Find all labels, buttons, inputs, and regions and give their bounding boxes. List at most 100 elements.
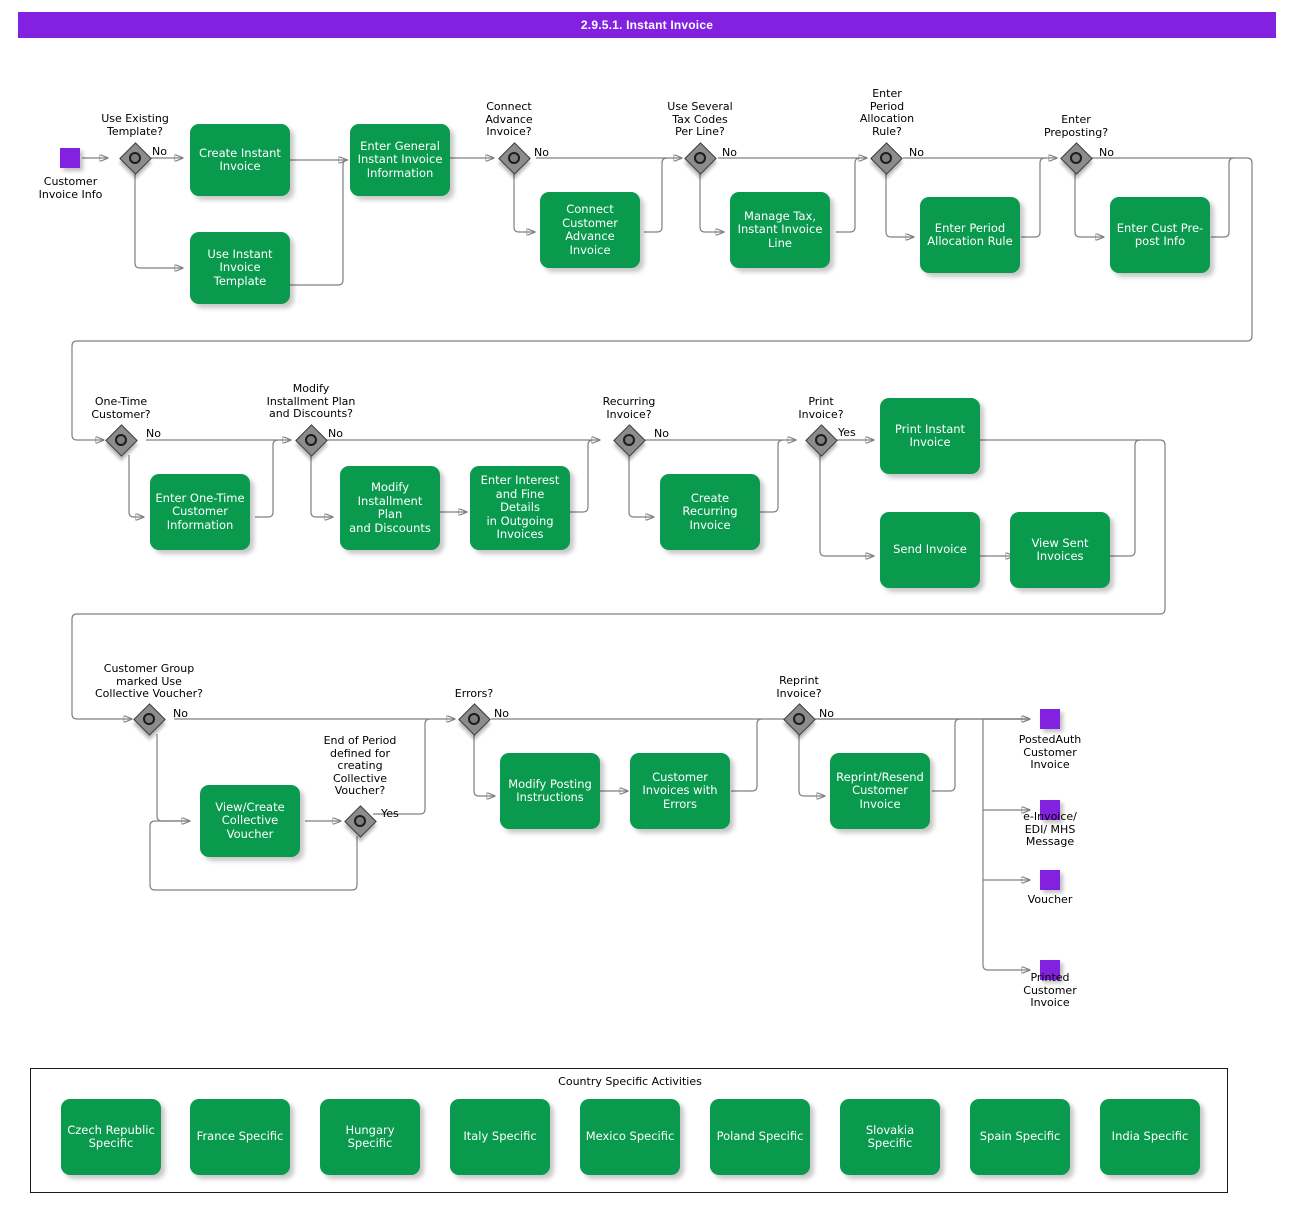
start-event-label: Customer Invoice Info [38,175,103,201]
task-spain-specific[interactable]: Spain Specific [970,1099,1070,1175]
gateway-enter-preposting[interactable] [1060,142,1093,175]
gateway-ring-icon [143,713,155,725]
branch-label-use-existing-template: No [152,145,167,158]
gateway-ring-icon [815,434,827,446]
task-label: Spain Specific [979,1129,1061,1144]
gateway-use-existing-template[interactable] [119,142,152,175]
gateway-label-enter-preposting: Enter Preposting? [1043,113,1109,139]
task-enter-one-time-customer-info[interactable]: Enter One-Time Customer Information [150,474,250,550]
task-hungary-specific[interactable]: Hungary Specific [320,1099,420,1175]
task-view-create-collective-voucher[interactable]: View/Create Collective Voucher [200,785,300,857]
task-view-sent-invoices[interactable]: View Sent Invoices [1010,512,1110,588]
task-modify-posting-instructions[interactable]: Modify Posting Instructions [500,753,600,829]
task-modify-installment-discounts[interactable]: Modify Installment Plan and Discounts [340,466,440,550]
end-event-posted-auth-square[interactable] [1040,709,1060,729]
task-label: Modify Installment Plan and Discounts [349,480,431,535]
task-customer-invoices-with-errors[interactable]: Customer Invoices with Errors [630,753,730,829]
gateway-label-use-several-tax-codes: Use Several Tax Codes Per Line? [667,100,733,138]
end-event-voucher-square[interactable] [1040,870,1060,890]
task-poland-specific[interactable]: Poland Specific [710,1099,810,1175]
branch-label-customer-group-collective: No [173,707,188,720]
task-enter-cust-prepost-info[interactable]: Enter Cust Pre- post Info [1110,197,1210,273]
gateway-ring-icon [508,152,520,164]
gateway-label-print-invoice: Print Invoice? [798,395,844,421]
task-manage-tax-line[interactable]: Manage Tax, Instant Invoice Line [730,192,830,268]
gateway-use-several-tax-codes[interactable] [684,142,717,175]
branch-label-end-of-period-collective: Yes [381,807,399,820]
gateway-ring-icon [129,152,141,164]
branch-label-enter-period-allocation: No [909,146,924,159]
gateway-customer-group-collective[interactable] [133,703,166,736]
gateway-ring-icon [115,434,127,446]
gateway-label-one-time-customer: One-Time Customer? [91,395,151,421]
gateway-ring-icon [305,434,317,446]
gateway-one-time-customer[interactable] [105,424,138,457]
task-label: Italy Specific [463,1129,537,1144]
gateway-end-of-period-collective[interactable] [344,805,377,838]
gateway-label-enter-period-allocation: Enter Period Allocation Rule? [859,87,915,138]
branch-label-connect-advance-invoice: No [534,146,549,159]
task-label: Hungary Specific [345,1122,395,1150]
branch-label-recurring-invoice: No [654,427,669,440]
gateway-enter-period-allocation[interactable] [870,142,903,175]
task-czech-republic-specific[interactable]: Czech Republic Specific [61,1099,161,1175]
task-label: Enter One-Time Customer Information [155,490,245,532]
gateway-recurring-invoice[interactable] [613,424,646,457]
country-specific-activities-pool: Country Specific Activities Czech Republ… [30,1068,1228,1193]
gateway-connect-advance-invoice[interactable] [498,142,531,175]
task-create-instant-invoice[interactable]: Create Instant Invoice [190,124,290,196]
gateway-label-customer-group-collective: Customer Group marked Use Collective Vou… [94,662,203,700]
end-event-einvoice-label: e-Invoice/ EDI/ MHS Message [1023,810,1077,848]
task-print-instant-invoice[interactable]: Print Instant Invoice [880,398,980,474]
branch-label-one-time-customer: No [146,427,161,440]
gateway-ring-icon [1070,152,1082,164]
task-label: Enter Cust Pre- post Info [1116,220,1204,248]
gateway-errors[interactable] [458,703,491,736]
task-label: France Specific [196,1129,284,1144]
branch-label-errors: No [494,707,509,720]
task-label: Create Instant Invoice [199,145,281,173]
task-india-specific[interactable]: India Specific [1100,1099,1200,1175]
task-enter-general-info[interactable]: Enter General Instant Invoice Informatio… [350,124,450,196]
gateway-modify-installment-plan[interactable] [295,424,328,457]
task-enter-period-allocation-rule[interactable]: Enter Period Allocation Rule [920,197,1020,273]
task-label: Modify Posting Instructions [508,776,592,804]
task-send-invoice[interactable]: Send Invoice [880,512,980,588]
page-title: 2.9.5.1. Instant Invoice [18,12,1276,38]
gateway-label-reprint-invoice: Reprint Invoice? [776,674,822,700]
task-use-instant-invoice-template[interactable]: Use Instant Invoice Template [190,232,290,304]
end-event-printed-label: Printed Customer Invoice [1023,971,1077,1009]
start-event-square[interactable] [60,148,80,168]
gateway-ring-icon [623,434,635,446]
flowchart-canvas: 2.9.5.1. Instant Invoice Customer Invoic… [0,0,1294,1210]
gateway-label-recurring-invoice: Recurring Invoice? [602,395,656,421]
task-mexico-specific[interactable]: Mexico Specific [580,1099,680,1175]
task-label: Create Recurring Invoice [682,490,738,532]
gateway-label-errors: Errors? [454,687,494,700]
task-label: View/Create Collective Voucher [215,799,285,841]
branch-label-use-several-tax-codes: No [722,146,737,159]
task-enter-interest-fine-details[interactable]: Enter Interest and Fine Details in Outgo… [470,466,570,550]
task-label: Slovakia Specific [865,1122,915,1150]
gateway-reprint-invoice[interactable] [783,703,816,736]
task-reprint-resend-customer-invoice[interactable]: Reprint/Resend Customer Invoice [830,753,930,829]
task-italy-specific[interactable]: Italy Specific [450,1099,550,1175]
task-label: Czech Republic Specific [67,1122,155,1150]
branch-label-print-invoice: Yes [838,426,856,439]
task-create-recurring-invoice[interactable]: Create Recurring Invoice [660,474,760,550]
gateway-ring-icon [694,152,706,164]
task-slovakia-specific[interactable]: Slovakia Specific [840,1099,940,1175]
task-france-specific[interactable]: France Specific [190,1099,290,1175]
task-label: Customer Invoices with Errors [642,769,718,811]
branch-label-reprint-invoice: No [819,707,834,720]
task-label: Reprint/Resend Customer Invoice [836,769,924,811]
task-connect-customer-advance[interactable]: Connect Customer Advance Invoice [540,192,640,268]
task-label: Enter Interest and Fine Details in Outgo… [480,473,560,542]
branch-label-modify-installment-plan: No [328,427,343,440]
task-label: Send Invoice [893,542,967,557]
gateway-print-invoice[interactable] [805,424,838,457]
task-label: Enter Period Allocation Rule [927,220,1013,248]
task-label: India Specific [1111,1129,1189,1144]
task-label: Poland Specific [716,1129,804,1144]
branch-label-enter-preposting: No [1099,146,1114,159]
